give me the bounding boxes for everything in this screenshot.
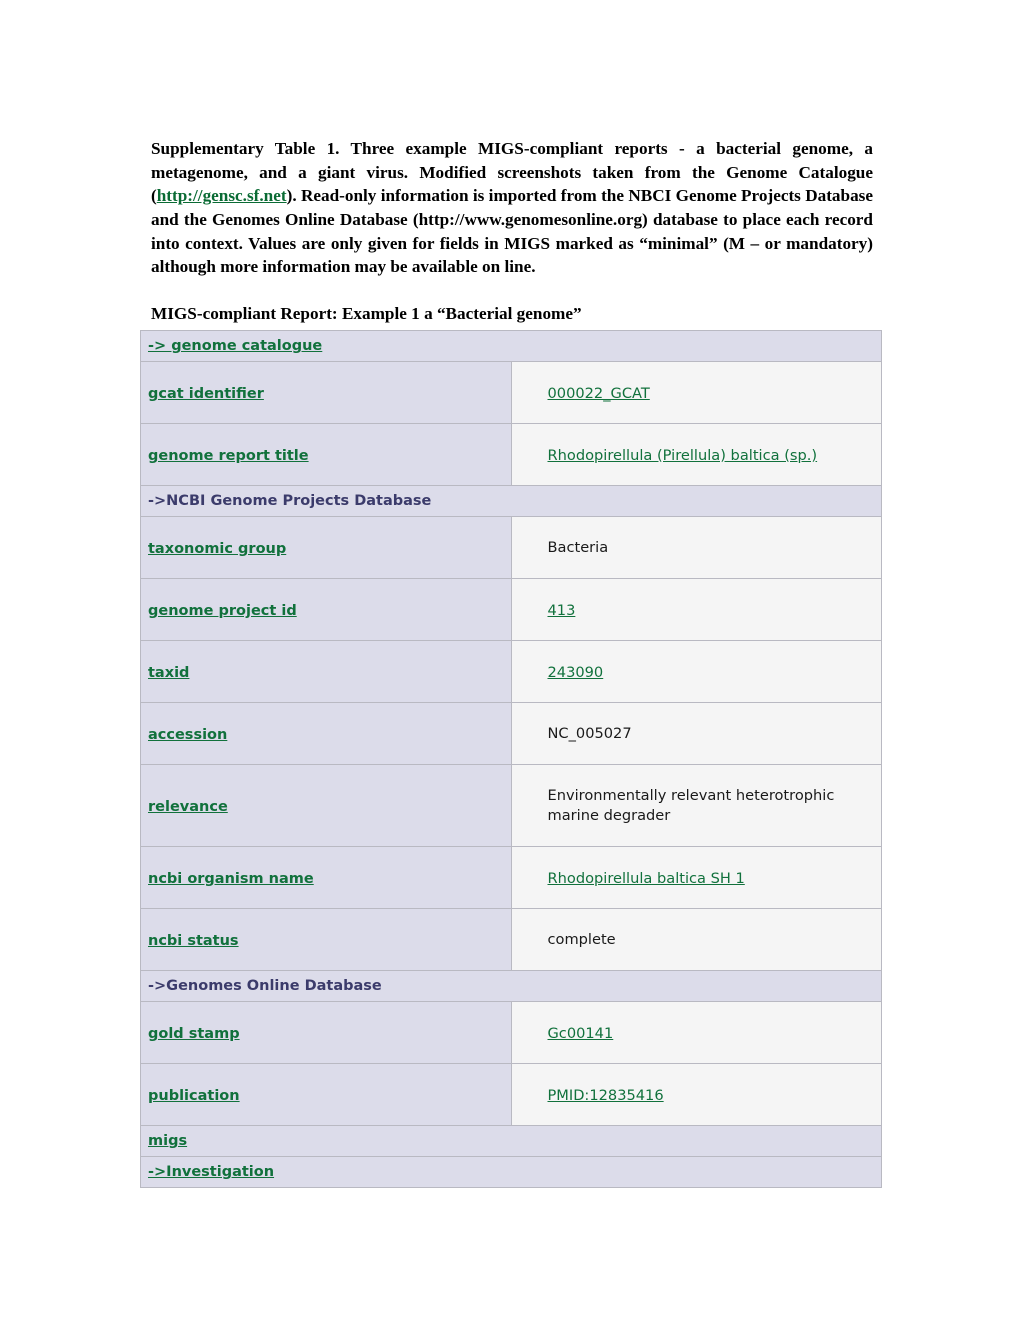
section-header-cell: ->Investigation <box>140 1156 882 1188</box>
field-label[interactable]: ncbi status <box>148 933 239 949</box>
field-value-cell: complete <box>510 908 882 971</box>
field-value-text: NC_005027 <box>547 724 632 742</box>
table-row: taxonomic group Bacteria <box>140 516 882 579</box>
field-label[interactable]: genome project id <box>148 603 297 619</box>
field-value-link[interactable]: 000022_GCAT <box>548 385 650 402</box>
table-section-row: migs <box>140 1125 882 1157</box>
field-value-cell: Rhodopirellula baltica SH 1 <box>510 846 882 909</box>
table-section-row: -> genome catalogue <box>140 330 882 362</box>
field-value-link[interactable]: Rhodopirellula (Pirellula) baltica (sp.) <box>548 447 818 464</box>
field-label[interactable]: publication <box>148 1088 240 1104</box>
field-label-cell: gcat identifier <box>140 361 512 424</box>
field-value-link[interactable]: Rhodopirellula baltica SH 1 <box>548 870 745 887</box>
field-label[interactable]: gcat identifier <box>148 386 264 402</box>
field-label-cell: genome report title <box>140 423 512 486</box>
field-value-cell: 243090 <box>510 640 882 703</box>
table-section-row: ->Genomes Online Database <box>140 970 882 1002</box>
section-header-cell: ->NCBI Genome Projects Database <box>140 485 882 517</box>
table-row: genome project id 413 <box>140 578 882 641</box>
table-row: publication PMID:12835416 <box>140 1063 882 1126</box>
field-value-cell: Bacteria <box>510 516 882 579</box>
field-value-cell: PMID:12835416 <box>510 1063 882 1126</box>
table-row: taxid 243090 <box>140 640 882 703</box>
section-header-label[interactable]: ->Investigation <box>148 1164 274 1180</box>
table-section-row: ->NCBI Genome Projects Database <box>140 485 882 517</box>
section-header-label[interactable]: migs <box>148 1133 187 1149</box>
field-label[interactable]: gold stamp <box>148 1026 240 1042</box>
table-row: relevance Environmentally relevant hetero… <box>140 764 882 847</box>
field-value-cell: NC_005027 <box>510 702 882 765</box>
field-label-cell: taxonomic group <box>140 516 512 579</box>
field-label-cell: ncbi organism name <box>140 846 512 909</box>
field-value-cell: 413 <box>510 578 882 641</box>
section-header-label[interactable]: -> genome catalogue <box>148 338 322 354</box>
field-label[interactable]: accession <box>148 727 227 743</box>
migs-report-table: -> genome catalogue gcat identifier 000022… <box>140 330 882 1188</box>
table-row: ncbi status complete <box>140 908 882 971</box>
section-header-label: ->NCBI Genome Projects Database <box>148 493 432 509</box>
table-row: ncbi organism name Rhodopirellula baltica… <box>140 846 882 909</box>
table-row: accession NC_005027 <box>140 702 882 765</box>
field-label[interactable]: ncbi organism name <box>148 871 314 887</box>
field-value-text: complete <box>547 930 616 948</box>
report-subtitle: MIGS-compliant Report: Example 1 a “Bact… <box>151 304 582 323</box>
field-label-cell: gold stamp <box>140 1001 512 1064</box>
field-label-cell: relevance <box>140 764 512 847</box>
field-label-cell: taxid <box>140 640 512 703</box>
field-value-link[interactable]: PMID:12835416 <box>548 1087 664 1104</box>
field-value-link[interactable]: Gc00141 <box>548 1025 614 1042</box>
field-value-cell: Gc00141 <box>510 1001 882 1064</box>
table-row: gcat identifier 000022_GCAT <box>140 361 882 424</box>
table-row: genome report title Rhodopirellula (Pirel… <box>140 423 882 486</box>
field-label-cell: ncbi status <box>140 908 512 971</box>
field-label[interactable]: taxid <box>148 665 189 681</box>
field-label[interactable]: genome report title <box>148 448 309 464</box>
field-label-cell: publication <box>140 1063 512 1126</box>
field-value-text: Environmentally relevant heterotrophic m… <box>547 786 835 824</box>
field-value-link[interactable]: 413 <box>548 602 576 619</box>
section-header-cell: -> genome catalogue <box>140 330 882 362</box>
document-page: Supplementary Table 1. Three example MIG… <box>0 0 1020 1320</box>
table-row: gold stamp Gc00141 <box>140 1001 882 1064</box>
field-value-cell: Rhodopirellula (Pirellula) baltica (sp.) <box>510 423 882 486</box>
section-header-cell: ->Genomes Online Database <box>140 970 882 1002</box>
table-caption: Supplementary Table 1. Three example MIG… <box>151 137 873 279</box>
section-header-label: ->Genomes Online Database <box>148 978 382 994</box>
section-header-cell: migs <box>140 1125 882 1157</box>
field-label-cell: accession <box>140 702 512 765</box>
field-value-link[interactable]: 243090 <box>548 664 604 681</box>
field-label-cell: genome project id <box>140 578 512 641</box>
field-value-cell: Environmentally relevant heterotrophic m… <box>510 764 882 847</box>
field-label[interactable]: taxonomic group <box>148 541 286 557</box>
table-section-row: ->Investigation <box>140 1156 882 1188</box>
field-value-text: Bacteria <box>547 538 609 556</box>
report-table-body: -> genome catalogue gcat identifier 000022… <box>140 330 882 1188</box>
field-label[interactable]: relevance <box>148 799 228 815</box>
gensc-link[interactable]: http://gensc.sf.net <box>157 186 287 205</box>
field-value-cell: 000022_GCAT <box>510 361 882 424</box>
